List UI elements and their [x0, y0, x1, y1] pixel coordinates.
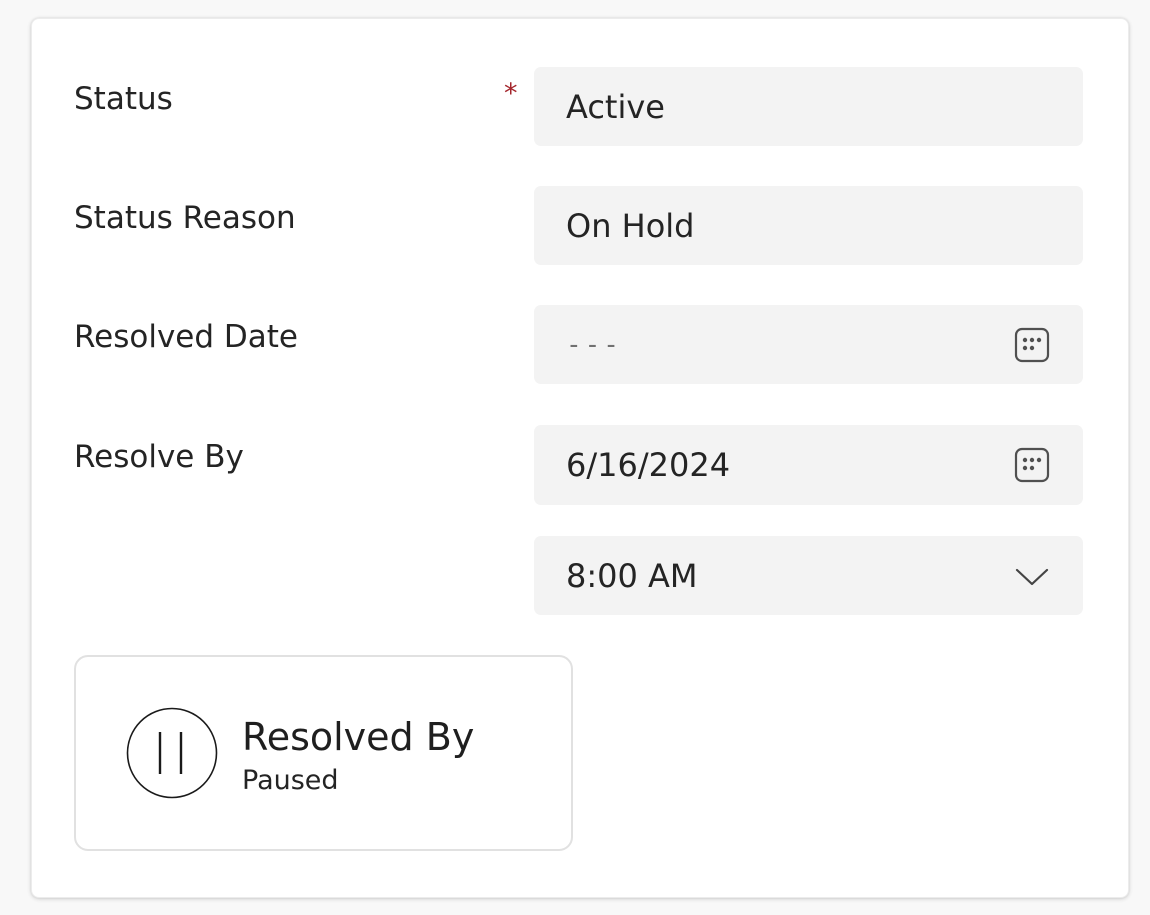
- status-value: Active: [566, 87, 665, 126]
- required-indicator: *: [504, 78, 518, 109]
- resolve-by-time-field[interactable]: 8:00 AM: [534, 536, 1083, 615]
- status-reason-value: On Hold: [566, 206, 695, 245]
- resolve-by-timer: Resolved By Paused: [74, 655, 573, 851]
- status-field[interactable]: Active: [534, 67, 1083, 146]
- resolve-by-label: Resolve By: [74, 439, 244, 475]
- pause-icon: [126, 707, 218, 799]
- resolved-date-field[interactable]: ---: [534, 305, 1083, 384]
- calendar-icon[interactable]: [1013, 446, 1051, 484]
- case-details-card: Status * Active Status Reason On Hold Re…: [31, 18, 1129, 898]
- timer-status: Paused: [242, 765, 339, 796]
- status-reason-field[interactable]: On Hold: [534, 186, 1083, 265]
- timer-title: Resolved By: [242, 715, 475, 759]
- chevron-down-icon[interactable]: [1013, 557, 1051, 595]
- resolved-date-value: ---: [566, 329, 622, 360]
- resolve-by-time-value: 8:00 AM: [566, 556, 698, 595]
- calendar-icon[interactable]: [1013, 326, 1051, 364]
- resolve-by-date-value: 6/16/2024: [566, 446, 731, 484]
- resolve-by-date-field[interactable]: 6/16/2024: [534, 425, 1083, 505]
- status-label: Status: [74, 81, 173, 117]
- resolved-date-label: Resolved Date: [74, 319, 298, 355]
- status-reason-label: Status Reason: [74, 200, 296, 236]
